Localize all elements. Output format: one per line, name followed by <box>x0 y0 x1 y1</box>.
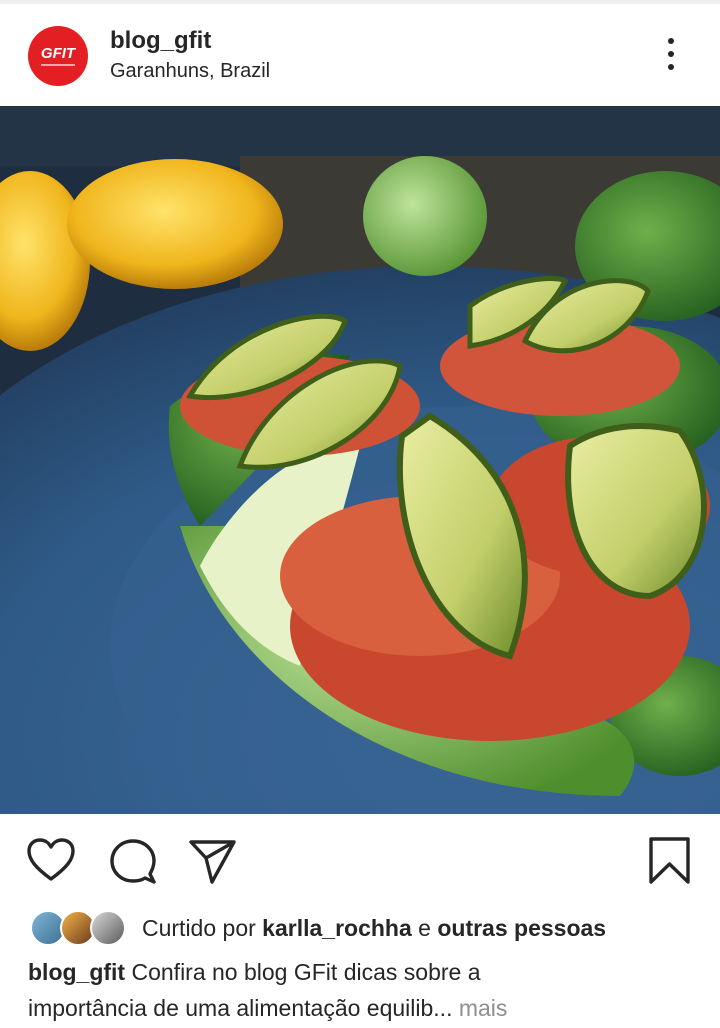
likes-joiner: e <box>418 914 431 941</box>
action-bar <box>0 814 720 904</box>
liker-avatars <box>30 908 130 948</box>
bookmark-icon[interactable] <box>646 836 696 886</box>
avatar-logo: GFIT <box>40 45 76 62</box>
heart-icon[interactable] <box>26 836 76 886</box>
post-caption: blog_gfit Confira no blog GFit dicas sob… <box>28 954 698 1026</box>
liker-avatar <box>90 910 126 946</box>
liker-username[interactable]: karlla_rochha <box>262 915 412 941</box>
post-username[interactable]: blog_gfit <box>110 26 270 56</box>
user-block: blog_gfit Garanhuns, Brazil <box>110 26 270 84</box>
avatar[interactable]: GFIT <box>28 26 88 86</box>
post-photo[interactable] <box>0 106 720 814</box>
caption-text-1: Confira no blog GFit dicas sobre a <box>131 959 481 985</box>
likes-text: Curtido por karlla_rochha e outras pesso… <box>142 915 606 942</box>
likes-others[interactable]: outras pessoas <box>437 915 606 941</box>
food-photo-illustration <box>0 106 720 814</box>
caption-more-link[interactable]: mais <box>459 995 508 1021</box>
caption-line-2: importância de uma alimentação equilib..… <box>28 990 698 1026</box>
send-icon[interactable] <box>188 836 238 886</box>
caption-ellipsis: ... <box>433 995 453 1021</box>
comment-icon[interactable] <box>108 836 158 886</box>
post-location[interactable]: Garanhuns, Brazil <box>110 58 270 84</box>
likes-row[interactable]: Curtido por karlla_rochha e outras pesso… <box>30 908 606 948</box>
caption-username[interactable]: blog_gfit <box>28 959 125 985</box>
likes-prefix: Curtido por <box>142 914 256 941</box>
caption-text-2: importância de uma alimentação equilib <box>28 995 434 1021</box>
post-header: GFIT blog_gfit Garanhuns, Brazil <box>0 4 720 106</box>
caption-line-1: blog_gfit Confira no blog GFit dicas sob… <box>28 954 698 990</box>
more-options-icon[interactable] <box>656 34 686 74</box>
